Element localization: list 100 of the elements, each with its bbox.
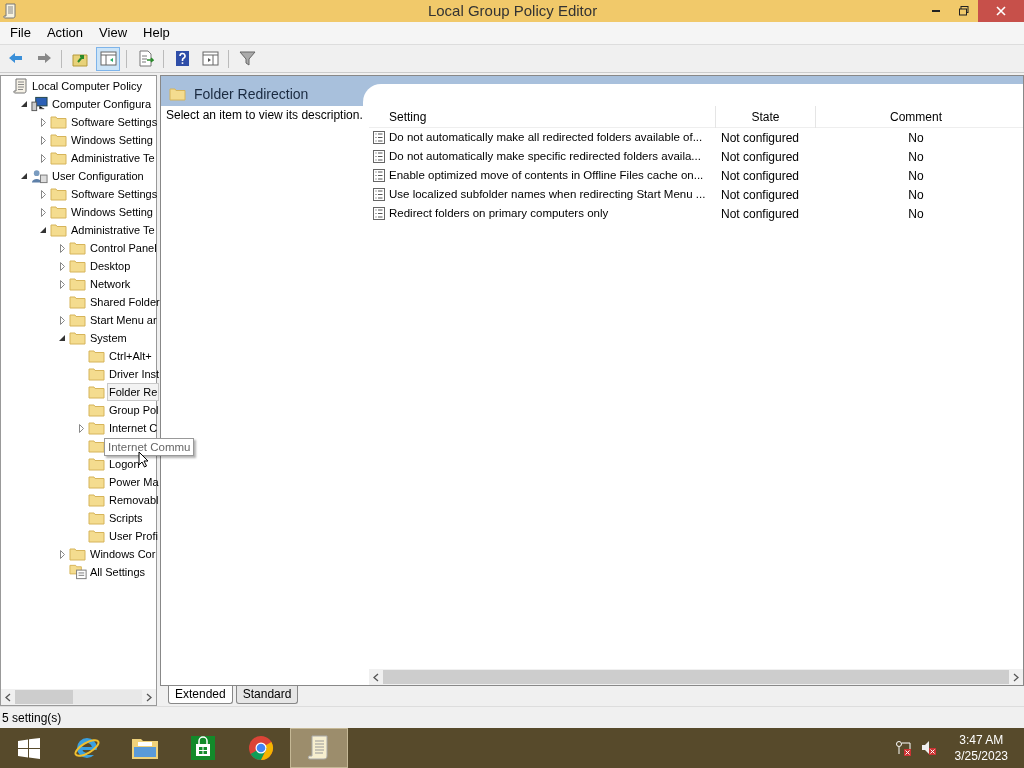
table-cell-text: Do not automatically make all redirected folders available of... [389,129,703,145]
tree-item[interactable]: Folder Re [107,382,160,402]
tree-item[interactable]: Network [88,274,133,294]
tree-item[interactable]: Administrative Te [69,220,157,240]
expanded-arrow[interactable] [21,173,27,179]
tree-item[interactable]: User Configuration [50,166,146,186]
collapsed-arrow[interactable] [59,549,65,559]
folder-icon [50,115,67,129]
tree-item[interactable]: Local Computer Policy [30,76,145,96]
chrome-browser-icon [246,733,276,763]
tree-item[interactable]: Software Settings [69,184,160,204]
menu-item[interactable]: File [3,23,38,43]
collapsed-arrow[interactable] [59,243,65,253]
restore-icon [959,6,969,16]
scroll-icon [3,3,17,19]
tree-item[interactable]: Driver Inst [107,364,162,384]
table-cell-text: Not configured [720,167,801,185]
table-cell-text: Do not automatically make specific redirected folders availa... [389,148,701,164]
folder-icon [88,493,105,507]
computer-icon [31,96,48,112]
collapsed-arrow[interactable] [40,207,46,217]
mouse-cursor-icon [138,451,149,468]
table-cell-text: No [907,167,925,185]
tree-item[interactable]: Windows Setting [69,130,155,150]
menu-item[interactable]: Action [39,23,91,43]
folder-icon [169,87,186,101]
collapsed-arrow[interactable] [40,153,46,163]
menu-item[interactable]: Help [136,23,177,43]
panel-icon [201,50,219,67]
table-cell-text: Not configured [720,148,801,166]
table-cell-text: No [907,205,925,223]
tree-item[interactable]: Power Ma [107,472,161,492]
folder-icon [50,187,67,201]
help-icon [173,50,191,67]
collapsed-arrow[interactable] [78,423,84,433]
collapsed-arrow[interactable] [40,117,46,127]
setting-icon [373,169,385,182]
column-header[interactable]: State [716,105,816,128]
tree-item[interactable]: Administrative Te [69,148,157,168]
setting-icon [373,188,385,201]
tree-item[interactable]: Ctrl+Alt+ [107,346,154,366]
collapsed-arrow[interactable] [40,135,46,145]
expanded-arrow[interactable] [59,335,65,341]
pane-button[interactable] [96,46,120,71]
table-cell-text: Not configured [720,129,801,147]
table-cell-text: Not configured [720,186,801,204]
collapsed-arrow[interactable] [59,261,65,271]
folder-icon [50,151,67,165]
tree-item[interactable]: Shared Folder [88,292,162,312]
tree-item[interactable]: Windows Cor [88,544,158,564]
column-header[interactable]: Comment [816,105,1016,128]
settings-list-icon [69,564,88,580]
table-cell-text: Enable optimized move of contents in Offline Files cache on... [389,167,704,183]
tree-item[interactable]: Group Pol [107,400,161,420]
table-cell-text: No [907,148,925,166]
tree-item[interactable]: Scripts [107,508,145,528]
setting-icon [373,150,385,163]
tree-item[interactable]: All Settings [88,562,148,582]
folder-icon [88,367,105,381]
expanded-arrow[interactable] [40,227,46,233]
folder-icon [50,133,67,147]
network-error-icon [894,740,913,756]
folder-icon [88,529,105,543]
table-cell-text: No [907,129,925,147]
tree-item[interactable]: System [88,328,129,348]
description-text: Select an item to view its description. [166,108,363,122]
folder-icon [88,439,105,453]
tree-item[interactable]: Computer Configura [50,94,154,114]
folder-icon [88,349,105,363]
tooltip: Internet Commu [104,438,195,456]
setting-icon [373,131,385,144]
folder-icon [50,205,67,219]
collapsed-arrow[interactable] [40,189,46,199]
tree-item[interactable]: Windows Setting [69,202,155,222]
folder-icon [69,313,86,327]
scrollbar-thumb[interactable] [383,670,1009,684]
expanded-arrow[interactable] [21,101,27,107]
tree-item[interactable]: User Profi [107,526,160,546]
scrollbar-thumb[interactable] [15,690,73,704]
tree-item[interactable]: Logon [107,454,142,474]
tree-item[interactable]: Removabl [107,490,161,510]
view-tab[interactable]: Extended [168,686,233,704]
tree-item[interactable]: Start Menu ar [88,310,159,330]
export-list-icon [136,50,154,67]
tree-item[interactable]: Software Settings [69,112,160,132]
filter-icon [238,50,256,67]
collapsed-arrow[interactable] [59,315,65,325]
setting-icon [373,207,385,220]
folder-icon [88,385,105,399]
tree-item[interactable]: Desktop [88,256,133,276]
table-cell-text: Redirect folders on primary computers only [389,205,609,221]
folder-icon [88,475,105,489]
column-header[interactable]: Setting [369,105,716,128]
tree-item[interactable]: Internet C [107,418,160,438]
collapsed-arrow[interactable] [59,279,65,289]
folder-icon [88,421,105,435]
tree-item[interactable]: Control Panel [88,238,159,258]
view-tab[interactable]: Standard [235,686,299,704]
speaker-muted-icon [920,740,937,756]
menu-item[interactable]: View [92,23,135,43]
